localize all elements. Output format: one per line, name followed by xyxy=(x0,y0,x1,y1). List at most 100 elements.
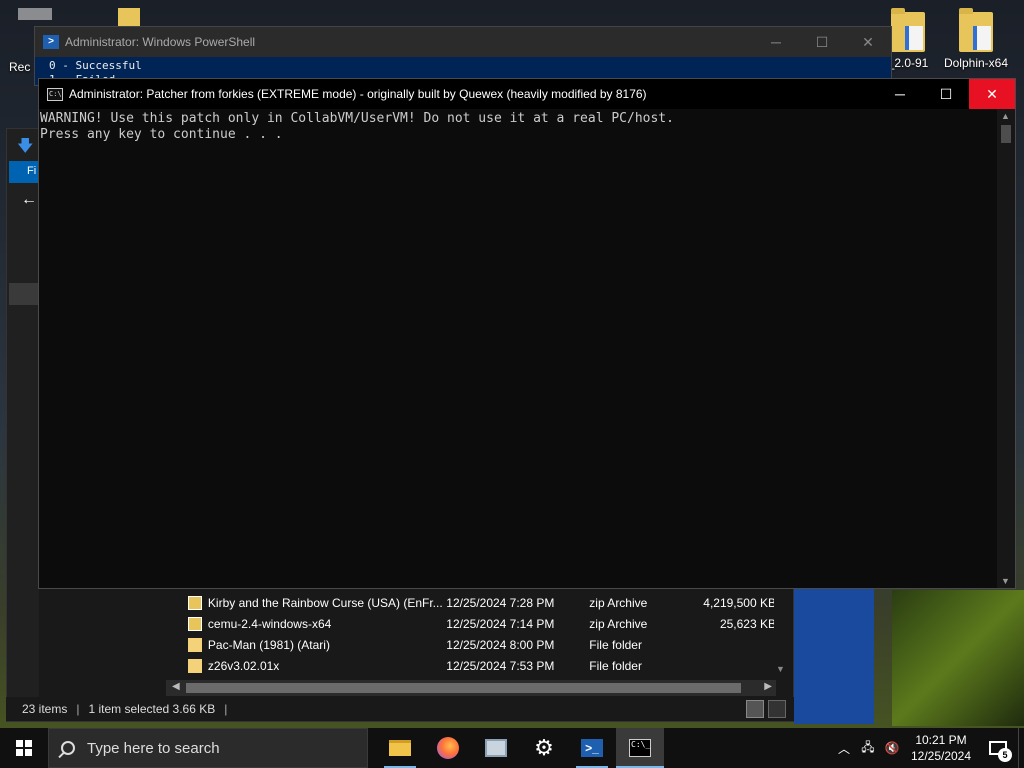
scroll-up-icon[interactable]: ▲ xyxy=(1001,111,1010,121)
network-icon[interactable]: 🖧 xyxy=(856,738,880,759)
taskbar-file-explorer[interactable] xyxy=(376,728,424,768)
file-name: z26v3.02.01x xyxy=(207,658,280,673)
minimize-button[interactable]: ─ xyxy=(753,34,799,51)
folder-icon xyxy=(188,637,202,652)
search-icon xyxy=(61,741,75,755)
file-size: 4,219,500 KB xyxy=(703,595,776,610)
file-date: 12/25/2024 7:14 PM xyxy=(446,616,555,631)
details-view-icon[interactable] xyxy=(746,700,764,718)
console-line: WARNING! Use this patch only in CollabVM… xyxy=(40,111,674,126)
cmd-icon: C:\ xyxy=(47,87,63,101)
download-arrow-icon: 🡇 xyxy=(17,138,34,155)
list-item[interactable]: Kirby and the Rainbow Curse (USA) (EnFr.… xyxy=(166,592,776,613)
powershell-window[interactable]: > Administrator: Windows PowerShell ─ ☐ … xyxy=(34,26,892,86)
list-item[interactable]: cemu-2.4-windows-x64 12/25/2024 7:14 PM … xyxy=(166,613,776,634)
wallpaper-area xyxy=(892,590,1024,726)
file-type: File folder xyxy=(589,658,642,673)
maximize-button[interactable]: ☐ xyxy=(923,79,969,109)
scrollbar-thumb[interactable] xyxy=(1001,125,1011,143)
vertical-scrollbar[interactable]: ▼ xyxy=(774,592,788,682)
large-icons-view-icon[interactable] xyxy=(768,700,786,718)
scroll-down-icon[interactable]: ▼ xyxy=(776,664,785,674)
taskbar-this-pc[interactable] xyxy=(472,728,520,768)
file-type: zip Archive xyxy=(589,616,648,631)
action-center-button[interactable]: 5 xyxy=(978,728,1018,768)
console-line: Press any key to continue . . . xyxy=(40,127,283,142)
close-button[interactable]: ✕ xyxy=(845,34,891,51)
search-placeholder: Type here to search xyxy=(87,739,220,757)
console-scrollbar[interactable]: ▲ ▼ xyxy=(997,109,1015,588)
back-arrow-icon[interactable]: ← xyxy=(21,191,37,209)
taskbar-firefox[interactable] xyxy=(424,728,472,768)
show-desktop-button[interactable] xyxy=(1018,728,1024,768)
folder-icon xyxy=(891,8,925,52)
file-type: zip Archive xyxy=(589,595,648,610)
clock-date: 12/25/2024 xyxy=(910,749,972,763)
taskbar-search[interactable]: Type here to search xyxy=(48,728,368,768)
status-separator: | xyxy=(224,702,228,716)
windows-logo-icon xyxy=(16,740,32,756)
file-date: 12/25/2024 7:53 PM xyxy=(446,658,555,673)
output-line: 0 - Successful xyxy=(49,59,142,72)
desktop-icon-dolphin[interactable]: Dolphin-x64 xyxy=(938,8,1014,70)
volume-muted-icon[interactable]: 🔇 xyxy=(880,741,904,755)
clock-time: 10:21 PM xyxy=(915,733,967,747)
file-type: File folder xyxy=(589,637,642,652)
nav-selected-row[interactable] xyxy=(9,283,41,305)
zip-icon xyxy=(188,595,202,610)
taskbar-command-prompt[interactable]: C:\_ xyxy=(616,728,664,768)
navigation-pane xyxy=(7,129,39,721)
status-separator: | xyxy=(76,702,80,716)
powershell-titlebar[interactable]: > Administrator: Windows PowerShell ─ ☐ … xyxy=(35,27,891,57)
gear-icon: ⚙ xyxy=(534,735,554,760)
powershell-icon: > xyxy=(43,35,59,49)
chevron-up-icon[interactable]: ︿ xyxy=(832,740,856,757)
notification-badge: 5 xyxy=(998,748,1012,762)
start-button[interactable] xyxy=(0,728,48,768)
selection-info: 1 item selected 3.66 KB xyxy=(88,702,216,716)
taskbar-settings[interactable]: ⚙ xyxy=(520,728,568,768)
scroll-right-icon[interactable]: ▶ xyxy=(764,681,772,692)
console-title: Administrator: Patcher from forkies (EXT… xyxy=(69,87,647,101)
close-button[interactable]: ✕ xyxy=(969,79,1015,109)
background-window-strip xyxy=(794,588,874,724)
taskbar: Type here to search ⚙ >_ C:\_ ︿ 🖧 🔇 10:2… xyxy=(0,728,1024,768)
patcher-console-window[interactable]: C:\ Administrator: Patcher from forkies … xyxy=(38,78,1016,589)
system-tray: ︿ 🖧 🔇 10:21 PM 12/25/2024 5 xyxy=(832,728,1024,768)
folder-icon-partial xyxy=(118,8,140,28)
status-bar: 23 items | 1 item selected 3.66 KB | xyxy=(6,697,794,721)
file-explorer-icon xyxy=(389,740,411,756)
desktop-icon-label-rec: Rec xyxy=(9,60,31,74)
console-titlebar[interactable]: C:\ Administrator: Patcher from forkies … xyxy=(39,79,1015,109)
item-count: 23 items xyxy=(22,702,68,716)
folder-icon xyxy=(959,8,993,52)
cmd-icon: C:\_ xyxy=(629,739,651,757)
clock[interactable]: 10:21 PM 12/25/2024 xyxy=(904,732,978,764)
list-item[interactable]: Pac-Man (1981) (Atari) 12/25/2024 8:00 P… xyxy=(166,634,776,655)
file-list: Kirby and the Rainbow Curse (USA) (EnFr.… xyxy=(166,592,788,682)
console-output[interactable]: WARNING! Use this patch only in CollabVM… xyxy=(39,109,997,588)
list-item[interactable]: z26v3.02.01x 12/25/2024 7:53 PM File fol… xyxy=(166,655,776,676)
file-size: 25,623 KB xyxy=(719,616,776,631)
file-date: 12/25/2024 8:00 PM xyxy=(446,637,555,652)
powershell-title: Administrator: Windows PowerShell xyxy=(65,35,256,49)
computer-icon xyxy=(485,739,507,757)
firefox-icon xyxy=(437,737,459,759)
maximize-button[interactable]: ☐ xyxy=(799,34,845,51)
scroll-left-icon[interactable]: ◀ xyxy=(172,681,180,692)
horizontal-scrollbar[interactable]: ◀ ▶ xyxy=(166,680,776,696)
tab-file[interactable]: Fi xyxy=(9,161,41,183)
file-name: Kirby and the Rainbow Curse (USA) (EnFr.… xyxy=(207,595,443,610)
minimize-button[interactable]: ─ xyxy=(877,79,923,109)
folder-icon xyxy=(188,658,202,673)
powershell-icon: >_ xyxy=(581,739,603,757)
scrollbar-thumb[interactable] xyxy=(186,683,741,693)
scroll-down-icon[interactable]: ▼ xyxy=(1001,576,1010,586)
file-date: 12/25/2024 7:28 PM xyxy=(446,595,555,610)
zip-icon xyxy=(188,616,202,631)
taskbar-powershell[interactable]: >_ xyxy=(568,728,616,768)
file-name: Pac-Man (1981) (Atari) xyxy=(207,637,330,652)
file-name: cemu-2.4-windows-x64 xyxy=(207,616,332,631)
desktop-icon-label: Dolphin-x64 xyxy=(943,56,1009,70)
recycle-bin-icon xyxy=(18,8,52,20)
